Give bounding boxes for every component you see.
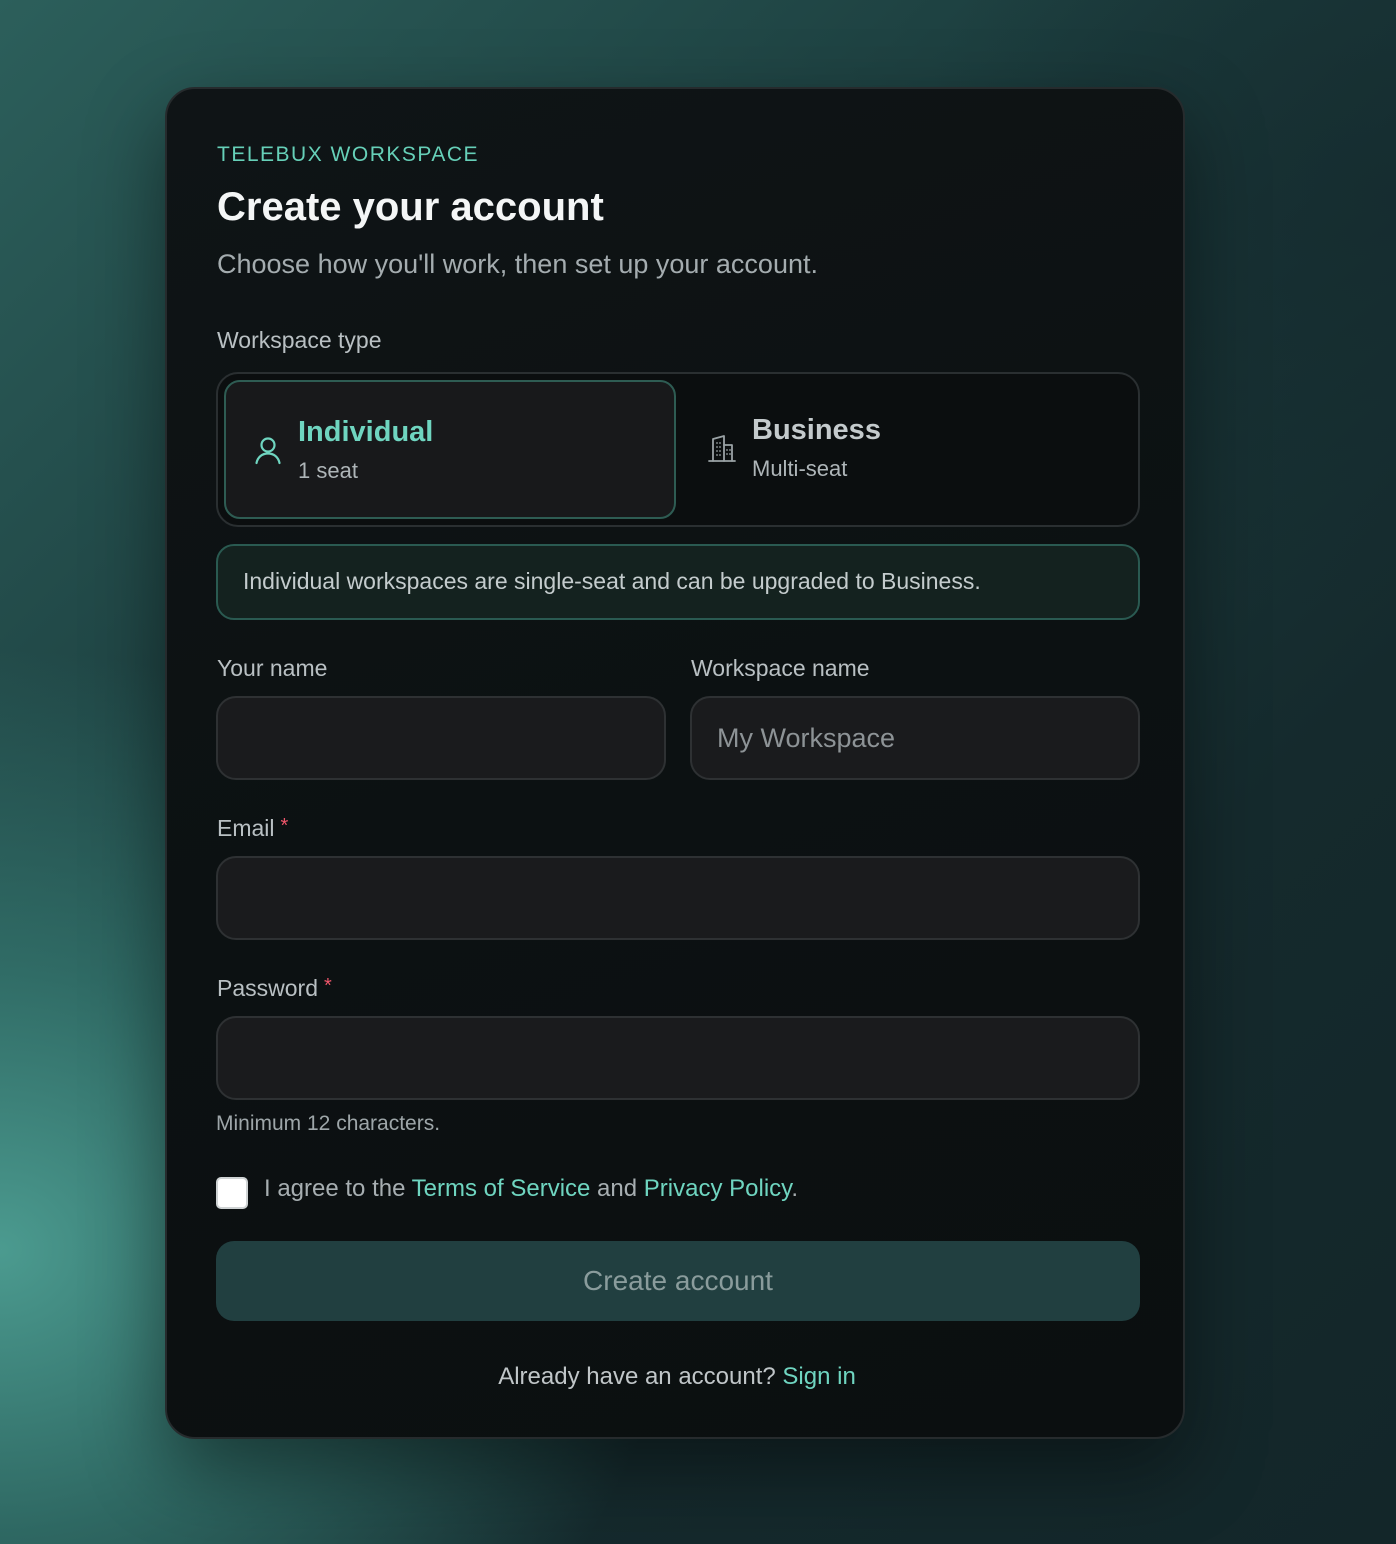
privacy-policy-link[interactable]: Privacy Policy bbox=[644, 1175, 792, 1202]
signup-card: TELEBUX WORKSPACE Create your account Ch… bbox=[165, 87, 1185, 1439]
required-marker: * bbox=[323, 975, 332, 997]
password-label: Password * bbox=[217, 975, 332, 1002]
sign-in-link[interactable]: Sign in bbox=[782, 1363, 855, 1390]
email-label-text: Email bbox=[217, 815, 275, 841]
create-account-button[interactable]: Create account bbox=[216, 1241, 1140, 1321]
user-icon bbox=[252, 434, 284, 466]
brand-eyebrow: TELEBUX WORKSPACE bbox=[217, 143, 479, 166]
option-subtitle: Multi-seat bbox=[752, 456, 848, 481]
password-input[interactable] bbox=[216, 1016, 1140, 1100]
workspace-name-label: Workspace name bbox=[691, 655, 870, 681]
workspace-type-label: Workspace type bbox=[217, 327, 382, 353]
terms-suffix: . bbox=[791, 1175, 799, 1202]
required-marker: * bbox=[280, 815, 289, 837]
terms-middle: and bbox=[590, 1175, 644, 1202]
password-hint: Minimum 12 characters. bbox=[216, 1112, 441, 1135]
password-label-text: Password bbox=[217, 975, 318, 1001]
building-icon bbox=[706, 432, 738, 464]
workspace-option-business[interactable]: Business Multi-seat bbox=[680, 380, 1132, 519]
your-name-input[interactable] bbox=[216, 696, 666, 780]
your-name-label: Your name bbox=[217, 655, 328, 681]
workspace-type-notice: Individual workspaces are single-seat an… bbox=[216, 544, 1140, 620]
page-subtitle: Choose how you'll work, then set up your… bbox=[217, 249, 818, 279]
workspace-option-individual[interactable]: Individual 1 seat bbox=[224, 380, 676, 519]
terms-agreement: I agree to the Terms of Service and Priv… bbox=[264, 1175, 798, 1203]
workspace-type-selector: Individual 1 seat Business Multi-seat bbox=[216, 372, 1140, 527]
email-input[interactable] bbox=[216, 856, 1140, 940]
terms-of-service-link[interactable]: Terms of Service bbox=[412, 1175, 591, 1202]
email-label: Email * bbox=[217, 815, 288, 842]
signin-prompt: Already have an account? Sign in bbox=[167, 1363, 1187, 1391]
option-title: Business bbox=[752, 414, 881, 446]
workspace-name-input[interactable] bbox=[690, 696, 1140, 780]
terms-checkbox[interactable] bbox=[216, 1177, 248, 1209]
terms-prefix: I agree to the bbox=[264, 1175, 412, 1202]
page-title: Create your account bbox=[217, 185, 604, 229]
signin-prompt-text: Already have an account? bbox=[498, 1363, 776, 1390]
option-title: Individual bbox=[298, 416, 434, 448]
option-subtitle: 1 seat bbox=[298, 458, 358, 483]
